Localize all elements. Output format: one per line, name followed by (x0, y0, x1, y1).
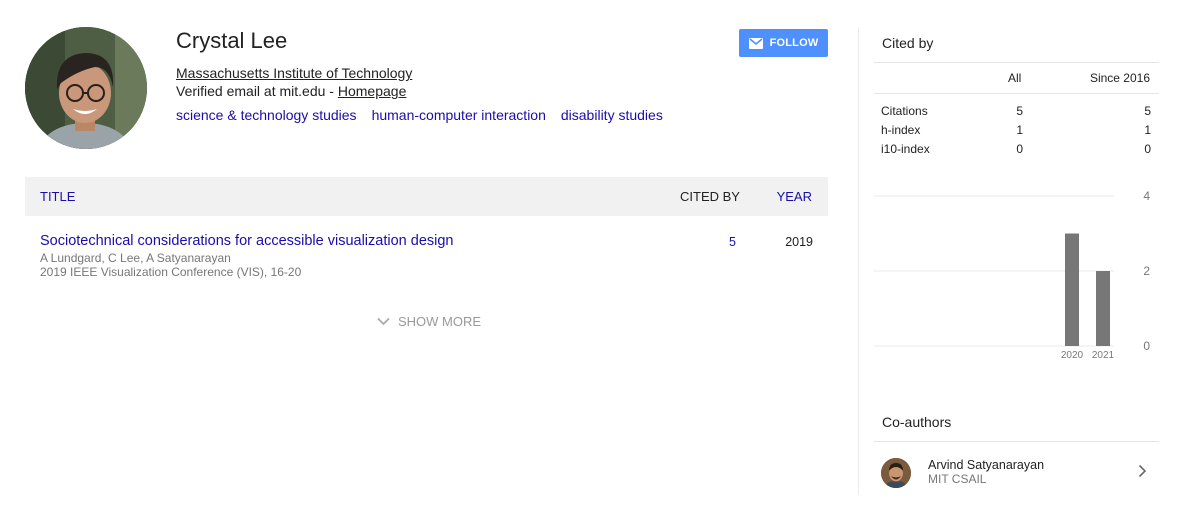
co-author-affiliation: MIT CSAIL (928, 472, 987, 486)
metric-label: i10-index (881, 142, 930, 156)
article-authors: A Lundgard, C Lee, A Satyanarayan (40, 251, 231, 265)
follow-button[interactable]: FOLLOW (739, 29, 828, 57)
research-interests: science & technology studies human-compu… (176, 107, 663, 123)
interest-link[interactable]: science & technology studies (176, 107, 357, 123)
co-author-name: Arvind Satyanarayan (928, 458, 1045, 472)
metric-since-value: 0 (1144, 142, 1151, 156)
article-title-link[interactable]: Sociotechnical considerations for access… (40, 233, 453, 249)
y-tick-label: 0 (1143, 339, 1150, 353)
co-authors-title: Co-authors (882, 414, 952, 430)
y-tick-label: 2 (1143, 264, 1150, 278)
verified-email: Verified email at mit.edu - Homepage (176, 83, 406, 99)
article-year: 2019 (785, 235, 813, 249)
article-cited-by-link[interactable]: 5 (729, 235, 736, 249)
cited-by-header: CITED BY (680, 189, 740, 204)
divider (874, 441, 1159, 442)
profile-photo-icon (25, 27, 147, 149)
metric-all-value: 5 (1016, 104, 1023, 118)
divider (874, 93, 1159, 94)
y-tick-label: 4 (1143, 189, 1150, 203)
metric-all-value: 0 (1016, 142, 1023, 156)
affiliation-link[interactable]: Massachusetts Institute of Technology (176, 65, 412, 81)
chevron-down-icon (377, 317, 390, 326)
homepage-link[interactable]: Homepage (338, 83, 407, 99)
cited-by-title: Cited by (882, 35, 934, 51)
profile-name: Crystal Lee (176, 28, 288, 53)
profile-avatar (25, 27, 147, 149)
envelope-icon (748, 37, 763, 49)
show-more-button[interactable]: SHOW MORE (377, 314, 481, 329)
bar-2021[interactable] (1096, 271, 1110, 346)
citations-row: Citations 5 5 (881, 104, 1151, 120)
show-more-label: SHOW MORE (398, 314, 482, 329)
cited-by-all-header: All (1008, 71, 1022, 85)
sort-by-year[interactable]: YEAR (777, 189, 812, 204)
metric-all-value: 1 (1016, 123, 1023, 137)
divider (874, 62, 1159, 63)
metric-since-value: 1 (1144, 123, 1151, 137)
interest-link[interactable]: human-computer interaction (372, 107, 546, 123)
bar-2020[interactable] (1065, 233, 1079, 347)
metric-label: Citations (881, 104, 928, 118)
sort-by-title[interactable]: TITLE (40, 189, 75, 204)
i10-index-row: i10-index 0 0 (881, 142, 1151, 158)
metric-since-value: 5 (1144, 104, 1151, 118)
follow-label: FOLLOW (769, 37, 819, 49)
chevron-right-icon (1138, 464, 1147, 478)
h-index-row: h-index 1 1 (881, 123, 1151, 139)
table-row: Sociotechnical considerations for access… (25, 226, 828, 286)
person-photo-icon (881, 458, 911, 488)
x-tick-label: 2020 (1061, 350, 1084, 361)
bar-chart: 0 2 4 2020 2021 (874, 189, 1150, 361)
metric-label: h-index (881, 123, 921, 137)
co-author-item[interactable]: Arvind Satyanarayan MIT CSAIL (874, 450, 1159, 496)
column-divider (858, 27, 859, 495)
interest-link[interactable]: disability studies (561, 107, 663, 123)
email-text: Verified email at mit.edu - (176, 83, 338, 99)
citations-per-year-chart: 0 2 4 2020 2021 (874, 186, 1159, 366)
cited-by-since-header: Since 2016 (1089, 71, 1150, 85)
co-author-avatar (881, 458, 911, 488)
article-venue: 2019 IEEE Visualization Conference (VIS)… (40, 265, 302, 279)
articles-table-header: TITLE CITED BY YEAR (25, 177, 828, 216)
x-tick-label: 2021 (1092, 350, 1115, 361)
